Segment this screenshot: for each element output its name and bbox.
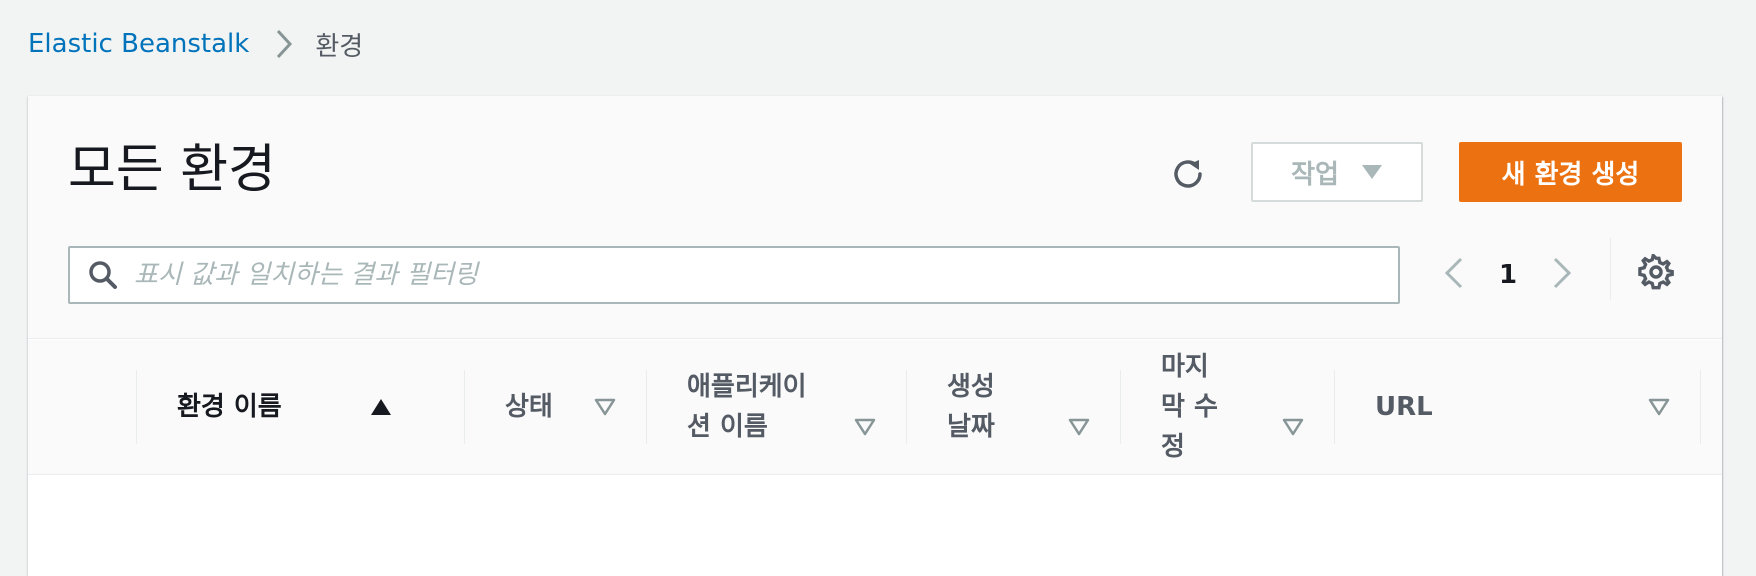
pagination: 1	[1428, 246, 1588, 304]
search-icon	[88, 260, 118, 290]
column-header-status[interactable]: 상태	[464, 370, 646, 444]
refresh-icon	[1170, 156, 1206, 196]
sort-ascending-icon	[370, 398, 392, 416]
breadcrumb-current: 환경	[315, 31, 364, 62]
column-label: 애플리케이션 이름	[687, 372, 807, 442]
next-page-button[interactable]	[1536, 249, 1588, 301]
panel-header: 모든 환경 작업 새 환경 생성 표시 값과 일치하는 결과 필터링 1	[28, 96, 1722, 339]
column-divider	[1700, 370, 1701, 444]
actions-dropdown-button[interactable]: 작업	[1251, 142, 1423, 202]
pager-divider	[1610, 238, 1611, 300]
search-box	[68, 246, 1400, 304]
column-label: 마지막 수정	[1161, 352, 1218, 462]
previous-page-button[interactable]	[1428, 249, 1480, 301]
breadcrumb: Elastic Beanstalk 환경	[28, 24, 363, 64]
column-label: 환경 이름	[177, 392, 282, 422]
page-title: 모든 환경	[68, 140, 276, 200]
column-label: 생성 날짜	[947, 372, 995, 442]
column-header-environment-name[interactable]: 환경 이름	[136, 370, 428, 444]
actions-label: 작업	[1291, 159, 1339, 190]
column-header-application-name[interactable]: 애플리케이션 이름	[646, 370, 906, 444]
breadcrumb-link-elastic-beanstalk[interactable]: Elastic Beanstalk	[28, 29, 249, 59]
create-environment-button[interactable]: 새 환경 생성	[1459, 142, 1682, 202]
caret-down-icon	[1361, 157, 1383, 187]
chevron-right-icon	[275, 29, 293, 59]
column-header-creation-date[interactable]: 생성 날짜	[906, 370, 1120, 444]
column-label: URL	[1375, 392, 1433, 422]
refresh-button[interactable]	[1160, 148, 1216, 204]
sort-none-icon	[1648, 398, 1670, 416]
chevron-right-icon	[1552, 257, 1572, 293]
table-header: 환경 이름 상태 애플리케이션 이름 생성 날짜 마지막 수정 URL	[28, 340, 1722, 475]
preferences-button[interactable]	[1628, 246, 1684, 302]
column-header-last-modified[interactable]: 마지막 수정	[1120, 352, 1334, 462]
gear-icon	[1638, 252, 1674, 294]
sort-none-icon	[1068, 418, 1090, 436]
sort-none-icon	[1282, 418, 1304, 436]
environments-panel: 모든 환경 작업 새 환경 생성 표시 값과 일치하는 결과 필터링 1 환경 …	[28, 96, 1722, 576]
sort-none-icon	[854, 418, 876, 436]
chevron-left-icon	[1444, 257, 1464, 293]
column-label: 상태	[505, 392, 553, 422]
search-input[interactable]	[134, 250, 1374, 300]
sort-none-icon	[594, 398, 616, 416]
column-header-url[interactable]: URL	[1334, 370, 1700, 444]
page-number[interactable]: 1	[1480, 260, 1536, 290]
